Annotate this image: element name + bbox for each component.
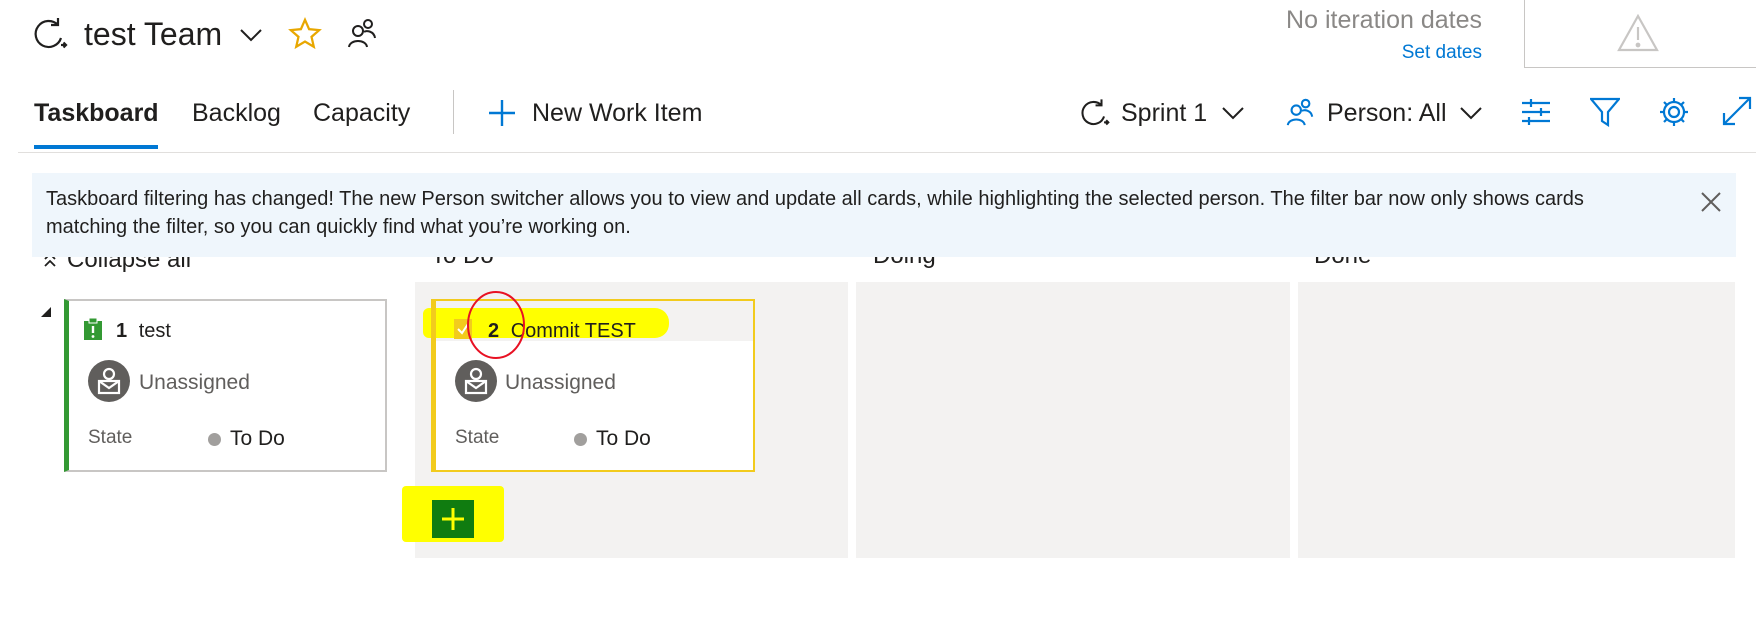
person-icon[interactable] (1285, 97, 1315, 127)
card-title[interactable]: test (139, 320, 171, 342)
chevron-down-icon[interactable] (240, 28, 262, 42)
avatar-icon[interactable] (88, 360, 130, 402)
chevron-down-icon[interactable] (1460, 106, 1482, 120)
warning-icon (1617, 14, 1659, 52)
state-field-label: State (455, 427, 500, 448)
team-people-icon[interactable] (346, 17, 378, 49)
chevron-down-icon[interactable] (1222, 106, 1244, 120)
card-title-row[interactable]: 1 test (116, 318, 171, 344)
sprint-icon (28, 14, 68, 54)
alert-panel (1524, 0, 1756, 68)
star-icon[interactable] (288, 17, 322, 51)
iteration-status: No iteration dates (1286, 6, 1482, 34)
assignee-label[interactable]: Unassigned (505, 371, 616, 395)
selected-tab-indicator (34, 145, 158, 149)
state-dot (208, 433, 221, 446)
set-dates-link[interactable]: Set dates (1402, 42, 1482, 64)
red-circle-annotation (462, 285, 532, 361)
header-divider (18, 152, 1756, 153)
team-name[interactable]: test Team (84, 14, 222, 54)
state-field-label: State (88, 427, 133, 448)
requirement-icon (83, 317, 103, 341)
state-value[interactable]: To Do (596, 427, 651, 451)
plus-icon[interactable] (488, 99, 516, 127)
tab-backlog[interactable]: Backlog (192, 96, 281, 130)
expand-icon[interactable] (1722, 96, 1752, 126)
person-selector[interactable]: Person: All (1327, 96, 1447, 130)
assignee-label[interactable]: Unassigned (139, 371, 250, 395)
sprint-icon[interactable] (1076, 96, 1110, 130)
tab-divider (453, 90, 454, 134)
column-header-strip (848, 232, 856, 558)
state-value[interactable]: To Do (230, 427, 285, 451)
card-id: 1 (116, 320, 128, 342)
settings-sliders-icon[interactable] (1521, 97, 1551, 127)
column-header-strip (1290, 232, 1298, 558)
parent-card[interactable]: 1 test Unassigned State To Do (64, 299, 387, 472)
done-column (1298, 282, 1735, 558)
banner-message: Taskboard filtering has changed! The new… (46, 188, 1584, 238)
expand-triangle-icon[interactable] (40, 306, 52, 318)
close-icon[interactable] (1700, 191, 1722, 213)
state-dot (574, 433, 587, 446)
gear-icon[interactable] (1659, 97, 1689, 127)
add-task-button[interactable] (432, 500, 474, 538)
sprint-selector[interactable]: Sprint 1 (1121, 96, 1207, 130)
tab-capacity[interactable]: Capacity (313, 96, 410, 130)
avatar-icon[interactable] (455, 360, 497, 402)
filter-icon[interactable] (1590, 97, 1620, 127)
plus-icon (442, 508, 464, 530)
tab-taskboard[interactable]: Taskboard (34, 96, 159, 130)
doing-column (856, 282, 1290, 558)
new-work-item-button[interactable]: New Work Item (532, 96, 702, 130)
